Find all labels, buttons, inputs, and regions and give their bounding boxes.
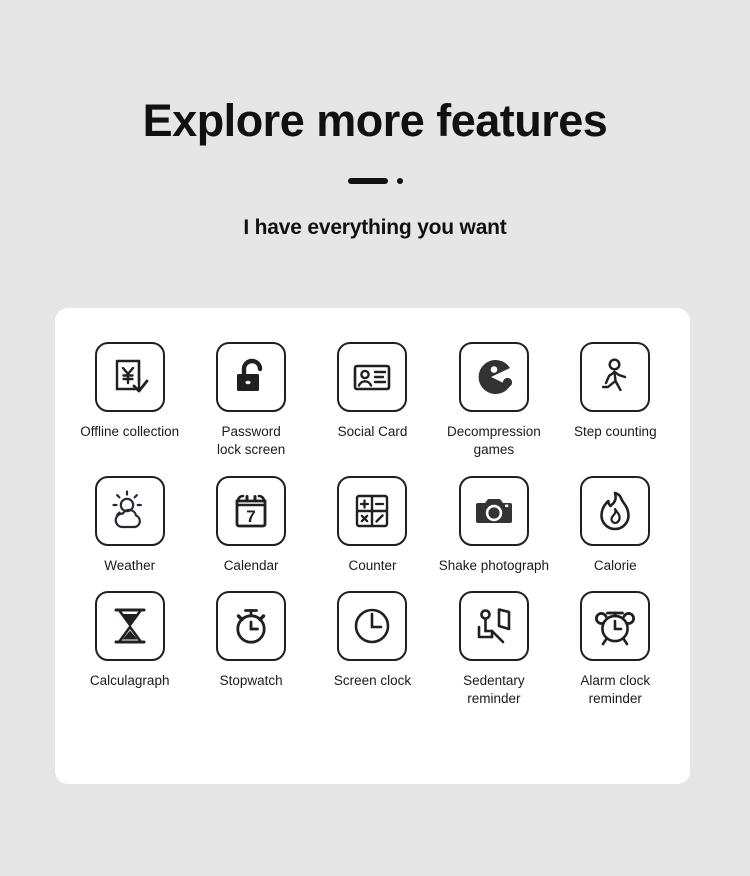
feature-item-calendar[interactable]: 7 Calendar [190,475,311,575]
walking-person-icon [580,342,651,412]
feature-item-stopwatch[interactable]: Stopwatch [190,591,311,709]
features-card: Offline collection Password lock screen [55,308,690,784]
calculator-grid-icon [337,475,408,546]
hourglass-icon [94,591,165,662]
feature-item-alarm-clock-reminder[interactable]: Alarm clock reminder [555,591,676,709]
feature-item-social-card[interactable]: Social Card [312,342,433,460]
feature-item-calorie[interactable]: Calorie [555,475,676,575]
feature-label: Calendar [223,557,279,573]
feature-label: Weather [104,557,156,573]
feature-label: Calculagraph [89,673,170,689]
feature-item-calculagraph[interactable]: Calculagraph [69,591,190,709]
open-padlock-icon [216,342,287,412]
pacman-game-icon [458,342,529,412]
feature-label: Password lock screen [216,424,286,458]
feature-item-screen-clock[interactable]: Screen clock [312,591,433,709]
alarm-clock-icon [580,591,651,662]
stopwatch-icon [216,591,287,662]
feature-item-shake-photograph[interactable]: Shake photograph [433,475,554,575]
calendar-day-number: 7 [246,507,255,526]
yen-document-check-icon [94,342,165,412]
feature-item-password-lock-screen[interactable]: Password lock screen [190,342,311,460]
feature-item-step-counting[interactable]: Step counting [555,342,676,460]
feature-label: Shake photograph [438,557,550,573]
feature-label: Step counting [574,424,657,439]
feature-item-weather[interactable]: Weather [69,475,190,575]
feature-item-decompression-games[interactable]: Decompression games [433,342,554,460]
feature-label: Sedentary reminder [463,673,525,707]
feature-label: Decompression games [446,424,541,458]
feature-label: Calorie [593,557,637,573]
feature-item-offline-collection[interactable]: Offline collection [69,342,190,460]
feature-item-counter[interactable]: Counter [312,475,433,575]
feature-item-sedentary-reminder[interactable]: Sedentary reminder [433,591,554,709]
divider-dot-icon [396,177,403,184]
sun-cloud-icon [94,475,165,546]
id-card-icon [337,342,408,412]
feature-label: Counter [348,557,397,573]
camera-icon [458,475,529,546]
divider-dash-icon [347,177,388,184]
feature-label: Screen clock [333,673,412,689]
clock-icon [337,591,408,662]
page-subtitle: I have everything you want [243,215,507,239]
seated-person-screen-icon [458,591,529,662]
feature-label: Stopwatch [219,673,283,689]
features-page: Explore more features I have everything … [0,0,750,876]
dash-dot-divider-icon [0,174,750,188]
calendar-7-icon: 7 [216,475,287,546]
feature-label: Social Card [337,424,408,439]
page-title: Explore more features [142,95,608,146]
feature-label: Alarm clock reminder [580,673,651,707]
flame-icon [580,475,651,546]
page-header: Explore more features I have everything … [0,0,750,240]
features-grid: Offline collection Password lock screen [69,342,676,709]
feature-label: Offline collection [80,424,180,439]
